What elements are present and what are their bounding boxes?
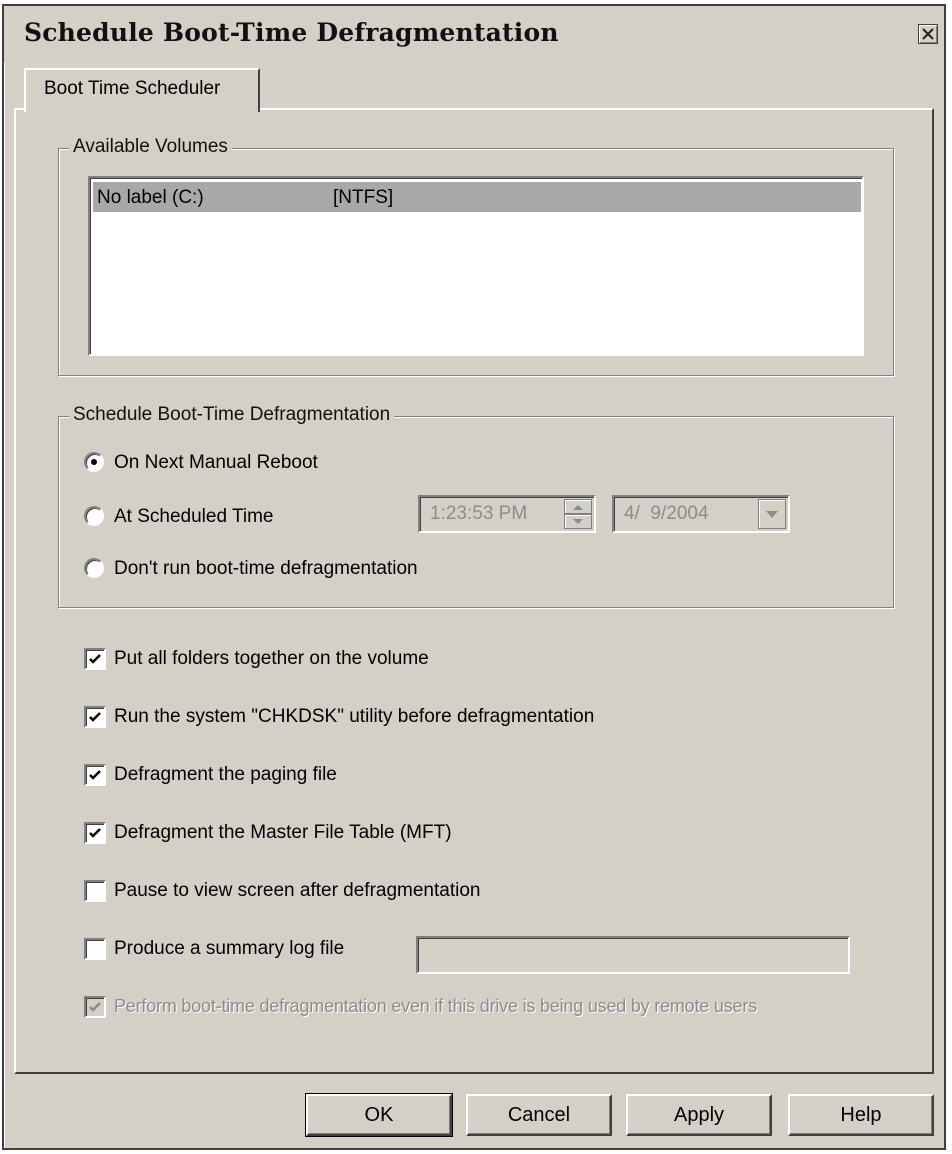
label-next-manual-reboot: On Next Manual Reboot [114,452,318,473]
log-file-path-input[interactable] [416,936,850,974]
checkbox-summary-log[interactable] [84,938,106,960]
checkbox-pause-view[interactable] [84,880,106,902]
window-title: Schedule Boot-Time Defragmentation [24,18,559,47]
close-button[interactable] [918,24,938,44]
cancel-button[interactable]: Cancel [466,1094,612,1136]
title-bar[interactable]: Schedule Boot-Time Defragmentation [4,6,944,62]
check-icon [89,712,101,722]
date-picker[interactable]: 4/ 9/2004 [612,495,790,533]
arrow-up-icon [573,505,583,510]
list-item[interactable]: No label (C:) [NTFS] [93,182,861,212]
radio-scheduled-time[interactable] [84,506,104,526]
check-icon [89,1002,101,1012]
ok-button[interactable]: OK [305,1093,453,1137]
volumes-listbox[interactable]: No label (C:) [NTFS] [88,176,864,356]
label-scheduled-time: At Scheduled Time [114,506,274,527]
chevron-down-icon [766,511,778,518]
close-icon [922,28,934,40]
checkbox-folders-together[interactable] [84,648,106,670]
checkbox-defrag-paging-file[interactable] [84,764,106,786]
label-folders-together: Put all folders together on the volume [114,648,429,669]
label-run-chkdsk: Run the system "CHKDSK" utility before d… [114,706,595,727]
date-dropdown-button[interactable] [758,499,786,529]
check-icon [89,770,101,780]
date-value: 4/ 9/2004 [624,503,709,524]
volume-filesystem: [NTFS] [333,187,394,208]
spin-up-button[interactable] [564,499,592,514]
time-value: 1:23:53 PM [430,503,528,524]
time-picker[interactable]: 1:23:53 PM [418,495,596,533]
volume-name: No label (C:) [97,187,204,208]
radio-dont-run[interactable] [84,558,104,578]
label-defrag-paging-file: Defragment the paging file [114,764,337,785]
available-volumes-legend: Available Volumes [69,136,232,158]
spin-down-button[interactable] [564,514,592,529]
tab-label: Boot Time Scheduler [44,78,221,99]
check-icon [89,828,101,838]
label-defrag-mft: Defragment the Master File Table (MFT) [114,822,452,843]
schedule-legend: Schedule Boot-Time Defragmentation [69,404,395,426]
time-spinner[interactable] [564,499,592,529]
label-pause-view: Pause to view screen after defragmentati… [114,880,481,901]
tab-boot-time-scheduler[interactable]: Boot Time Scheduler [24,68,260,112]
label-dont-run: Don't run boot-time defragmentation [114,558,418,579]
check-icon [89,654,101,664]
apply-button[interactable]: Apply [626,1094,772,1136]
checkbox-defrag-mft[interactable] [84,822,106,844]
radio-next-manual-reboot[interactable] [84,452,104,472]
dialog-window: Schedule Boot-Time Defragmentation Boot … [2,4,946,1150]
label-summary-log: Produce a summary log file [114,938,345,959]
arrow-down-icon [573,519,583,524]
checkbox-run-chkdsk[interactable] [84,706,106,728]
label-remote-users: Perform boot-time defragmentation even i… [114,996,757,1016]
help-button[interactable]: Help [788,1094,934,1136]
checkbox-remote-users[interactable] [84,996,106,1018]
